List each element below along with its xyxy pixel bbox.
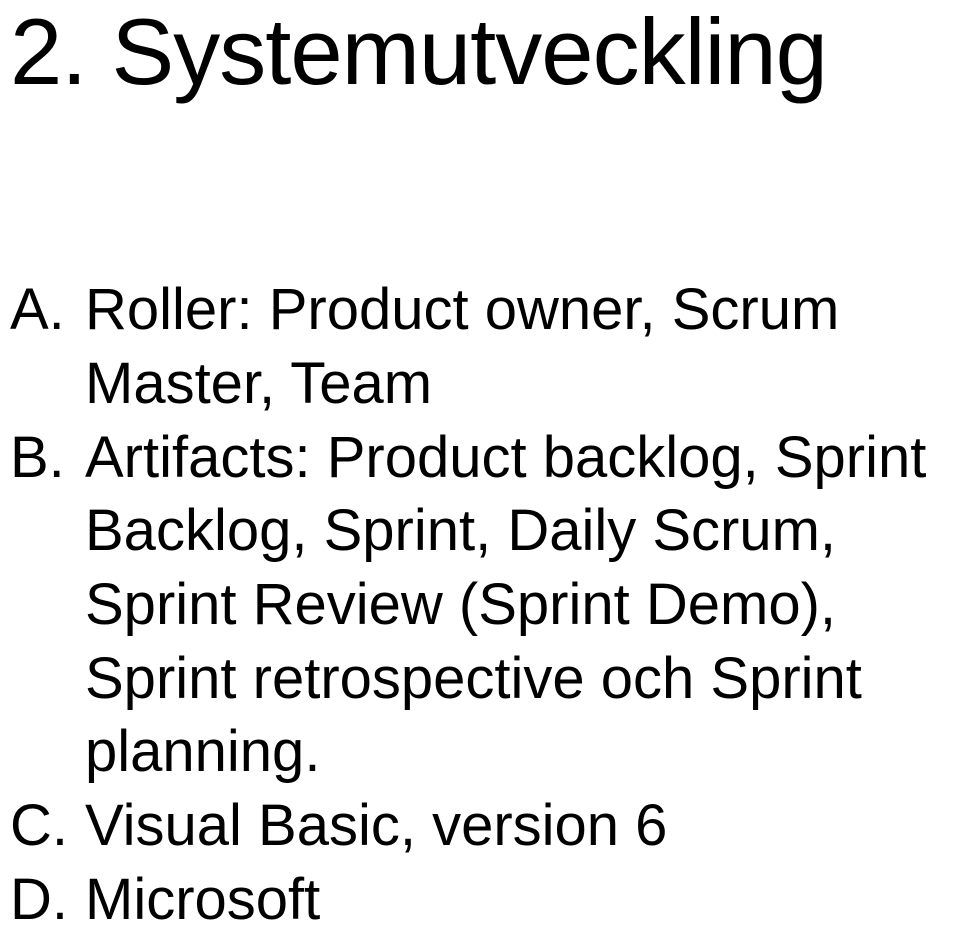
list-content: Artifacts: Product backlog, Sprint Backl… xyxy=(85,421,960,789)
list-content: Roller: Product owner, Scrum Master, Tea… xyxy=(85,273,960,420)
list-item: C. Visual Basic, version 6 xyxy=(10,789,960,863)
list-content: Microsoft xyxy=(85,863,960,937)
list-item: D. Microsoft xyxy=(10,863,960,937)
list-content: Visual Basic, version 6 xyxy=(85,789,960,863)
list-container: A. Roller: Product owner, Scrum Master, … xyxy=(10,273,960,936)
list-marker: C. xyxy=(10,789,85,863)
list-marker: B. xyxy=(10,421,85,789)
list-marker: D. xyxy=(10,863,85,937)
list-item: A. Roller: Product owner, Scrum Master, … xyxy=(10,273,960,420)
list-item: B. Artifacts: Product backlog, Sprint Ba… xyxy=(10,421,960,789)
section-heading: 2. Systemutveckling xyxy=(10,0,960,103)
list-marker: A. xyxy=(10,273,85,420)
